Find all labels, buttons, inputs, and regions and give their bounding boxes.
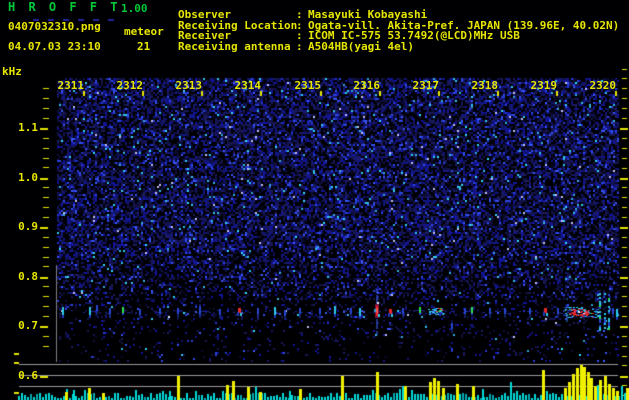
hrofft-screen: H R O F F T 1.00 0407032310.png meteor 0… — [0, 0, 629, 400]
time-tick-label: 2312 — [116, 79, 144, 92]
time-tick-label: 2315 — [294, 79, 322, 92]
freq-tick-label: 1.1 — [18, 121, 38, 134]
freq-axis-unit: kHz — [2, 65, 22, 78]
freq-tick-label: 0.8 — [18, 270, 38, 283]
capture-datetime: 04.07.03 23:10 — [8, 40, 101, 53]
freq-tick-label: 0.9 — [18, 220, 38, 233]
time-tick-label: 2316 — [353, 79, 381, 92]
app-version: 1.00 — [121, 2, 148, 15]
app-title: H R O F F T — [8, 0, 121, 14]
freq-tick-label: 0.7 — [18, 319, 38, 332]
time-tick-label: 2317 — [412, 79, 440, 92]
time-tick-label: 2320 — [589, 79, 617, 92]
colon: : — [296, 40, 303, 53]
time-tick-label: 2318 — [471, 79, 499, 92]
time-tick-label: 2319 — [530, 79, 558, 92]
antenna-label: Receiving antenna — [178, 40, 291, 53]
time-tick-label: 2313 — [175, 79, 203, 92]
spectrogram-canvas — [0, 0, 629, 400]
time-tick-label: 2314 — [234, 79, 262, 92]
meteor-count: 21 — [137, 40, 151, 53]
antenna-value: A504HB(yagi 4el) — [308, 40, 414, 53]
capture-filename: 0407032310.png — [8, 20, 101, 33]
freq-tick-label: 0.6 — [18, 369, 38, 382]
freq-tick-label: 1.0 — [18, 171, 38, 184]
time-tick-label: 2311 — [57, 79, 85, 92]
mode-label: meteor — [124, 25, 164, 38]
